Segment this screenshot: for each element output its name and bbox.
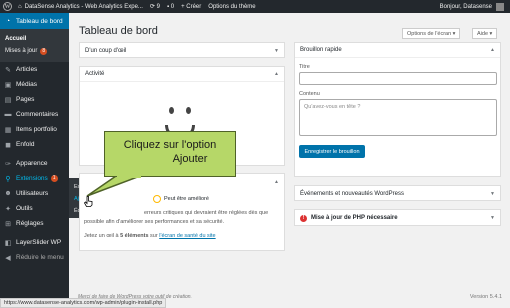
menu-enfold[interactable]: ◼ Enfold bbox=[0, 137, 69, 152]
caret-up-icon[interactable]: ▲ bbox=[490, 47, 495, 53]
caret-down-icon[interactable]: ▼ bbox=[490, 191, 495, 197]
menu-commentaires[interactable]: ▬ Commentaires bbox=[0, 107, 69, 122]
smile-left-eye bbox=[169, 107, 174, 114]
menu-extensions[interactable]: ⚲ Extensions 1 bbox=[0, 171, 69, 186]
content-placeholder: Qu'avez-vous en tête ? bbox=[304, 104, 361, 110]
site-health-panel: ▲ Peut être amélioré erreurs critiques q… bbox=[79, 173, 285, 251]
portfolio-icon: ▦ bbox=[4, 126, 12, 134]
draft-content-textarea[interactable]: Qu'avez-vous en tête ? bbox=[299, 99, 497, 136]
panel-title: Brouillon rapide bbox=[300, 47, 342, 53]
callout-pointer-cover bbox=[117, 174, 141, 178]
menu-items-portfolio[interactable]: ▦ Items portfolio bbox=[0, 122, 69, 137]
account-menu[interactable]: Bonjour, Datasense bbox=[440, 0, 504, 13]
menu-tools[interactable]: ✦ Outils bbox=[0, 201, 69, 216]
dashboard-icon: ◔ bbox=[5, 17, 11, 25]
health-text-line2: possible afin d'améliorer ses performanc… bbox=[84, 219, 225, 225]
save-draft-button[interactable]: Enregistrer le brouillon bbox=[299, 145, 365, 158]
page-title: Tableau de bord bbox=[79, 25, 158, 37]
at-a-glance-panel: D'un coup d'œil ▼ bbox=[79, 42, 285, 58]
panel-title: Activité bbox=[85, 71, 105, 77]
footer-version: Version 5.4.1 bbox=[469, 294, 502, 300]
menu-dashboard[interactable]: ◔ Tableau de bord bbox=[0, 13, 69, 29]
menu-articles[interactable]: ✎ Articles bbox=[0, 62, 69, 77]
help-button[interactable]: Aide ▾ bbox=[472, 28, 498, 39]
comments-icon: ▬ bbox=[4, 111, 12, 118]
callout-line1: Cliquez sur l'option bbox=[123, 139, 217, 151]
paintbrush-icon: ✑ bbox=[5, 160, 11, 168]
caret-up-icon[interactable]: ▲ bbox=[274, 179, 279, 185]
panel-title: Mise à jour de PHP nécessaire bbox=[311, 215, 398, 221]
extensions-badge: 1 bbox=[50, 175, 58, 182]
quick-draft-panel: Brouillon rapide ▲ Titre Contenu Qu'avez… bbox=[294, 42, 501, 177]
callout-line2: Ajouter bbox=[172, 153, 208, 165]
comments-link[interactable]: ▪ 0 bbox=[167, 4, 174, 10]
panel-title: D'un coup d'œil bbox=[85, 47, 127, 54]
submenu-home[interactable]: Accueil bbox=[0, 33, 69, 45]
wordpress-logo-icon[interactable]: W bbox=[3, 2, 12, 11]
smile-right-eye bbox=[186, 107, 191, 114]
admin-bar: W ⌂ DataSense Analytics - Web Analytics … bbox=[0, 0, 510, 13]
users-icon: ☻ bbox=[4, 190, 12, 197]
panel-title: Événements et nouveautés WordPress bbox=[300, 190, 404, 197]
hand-cursor-icon bbox=[84, 196, 93, 207]
site-health-link[interactable]: l'écran de santé du site bbox=[159, 233, 215, 239]
updates-badge: 8 bbox=[40, 47, 48, 55]
screen-options-button[interactable]: Options de l'écran ▾ bbox=[402, 28, 461, 39]
caret-down-icon[interactable]: ▼ bbox=[490, 215, 495, 221]
site-name-link[interactable]: DataSense Analytics - Web Analytics Expe… bbox=[25, 4, 143, 10]
wrench-icon: ✦ bbox=[5, 205, 11, 213]
caret-up-icon[interactable]: ▲ bbox=[274, 71, 279, 77]
caret-down-icon[interactable]: ▼ bbox=[274, 48, 279, 54]
media-icon: ▣ bbox=[4, 81, 12, 89]
health-status-circle bbox=[153, 195, 161, 203]
new-content-link[interactable]: + Créer bbox=[181, 4, 201, 10]
menu-pages[interactable]: ▤ Pages bbox=[0, 92, 69, 107]
menu-users[interactable]: ☻ Utilisateurs bbox=[0, 186, 69, 201]
menu-m-dias[interactable]: ▣ Médias bbox=[0, 77, 69, 92]
layers-icon: ◧ bbox=[4, 239, 12, 247]
home-icon[interactable]: ⌂ bbox=[18, 4, 22, 10]
menu-layerslider[interactable]: ◧ LayerSlider WP bbox=[0, 235, 69, 250]
php-update-panel: ! Mise à jour de PHP nécessaire ▼ bbox=[294, 209, 501, 226]
title-label: Titre bbox=[299, 64, 310, 70]
health-count: 5 éléments bbox=[120, 233, 149, 239]
health-text-line1: erreurs critiques qui devraient être rég… bbox=[144, 210, 269, 216]
refresh-icon: ⟳ bbox=[149, 4, 157, 10]
greeting: Bonjour, Datasense bbox=[439, 3, 492, 10]
health-text-line3: Jetez un œil à 5 éléments sur l'écran de… bbox=[84, 233, 216, 239]
collapse-icon: ◀ bbox=[5, 254, 11, 262]
menu-settings[interactable]: ⊞ Réglages bbox=[0, 216, 69, 231]
enfold-icon: ◼ bbox=[5, 141, 11, 149]
settings-icon: ⊞ bbox=[5, 220, 11, 228]
pin-icon: ✎ bbox=[5, 66, 11, 74]
browser-status-bar: https://www.datasense-analytics.com/wp-a… bbox=[0, 298, 167, 308]
plugins-icon: ⚲ bbox=[5, 175, 11, 183]
avatar bbox=[496, 2, 504, 11]
submenu-updates[interactable]: Mises à jour 8 bbox=[0, 45, 69, 57]
error-icon: ! bbox=[300, 214, 307, 222]
theme-options-link[interactable]: Options du thème bbox=[208, 4, 255, 10]
events-panel: Événements et nouveautés WordPress ▼ bbox=[294, 185, 501, 201]
admin-sidebar: ◔ Tableau de bord Accueil Mises à jour 8… bbox=[0, 13, 69, 308]
instruction-callout: Cliquez sur l'option Ajouter bbox=[104, 131, 236, 177]
content-label: Contenu bbox=[299, 91, 320, 97]
pages-icon: ▤ bbox=[4, 96, 12, 104]
collapse-menu-button[interactable]: ◀ Réduire le menu bbox=[0, 250, 69, 265]
health-status-label: Peut être amélioré bbox=[164, 196, 209, 202]
draft-title-input[interactable] bbox=[299, 72, 497, 85]
menu-appearance[interactable]: ✑ Apparence bbox=[0, 156, 69, 171]
updates-link[interactable]: ⟳ 9 bbox=[149, 3, 160, 11]
